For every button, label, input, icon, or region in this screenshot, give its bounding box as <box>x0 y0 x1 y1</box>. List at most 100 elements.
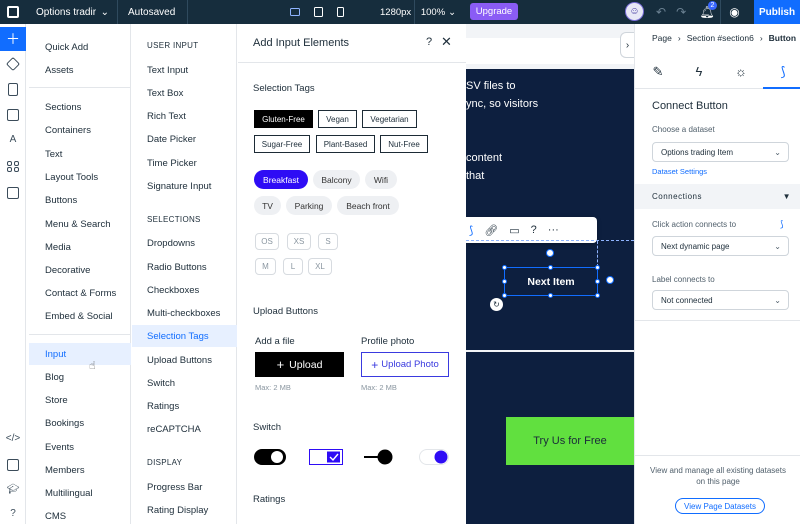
category-item[interactable]: Embed & Social <box>29 305 131 327</box>
resize-handle[interactable] <box>502 265 507 270</box>
category-item[interactable]: Events <box>29 436 131 458</box>
category-item[interactable]: Buttons <box>29 189 131 211</box>
help-icon[interactable]: ? <box>426 36 432 48</box>
resize-handle[interactable] <box>502 293 507 298</box>
close-icon[interactable]: ✕ <box>441 34 452 50</box>
tag-outline[interactable]: M <box>255 258 276 275</box>
category-item[interactable]: Containers <box>29 119 131 141</box>
add-elements-icon[interactable]: ＋ <box>0 27 26 51</box>
tag-pill[interactable]: Balcony <box>313 170 360 189</box>
tag-chip[interactable]: Gluten-Free <box>254 110 313 128</box>
upload-button[interactable]: + Upload <box>255 352 344 377</box>
category-item[interactable]: Quick Add <box>29 36 131 58</box>
resize-handle[interactable] <box>595 265 600 270</box>
comment-icon[interactable]: ▭ <box>509 224 519 237</box>
tag-chip[interactable]: Vegan <box>318 110 357 128</box>
switch-toggle-black[interactable] <box>254 449 286 465</box>
switch-checkbox-toggle[interactable] <box>309 449 343 465</box>
subcategory-item[interactable]: Multi-checkboxes <box>132 302 237 324</box>
category-item[interactable]: Store <box>29 389 131 411</box>
connect-data-icon[interactable]: ⟆ <box>469 224 473 237</box>
wix-logo-icon[interactable] <box>0 0 26 24</box>
category-item[interactable]: Decorative <box>29 259 131 281</box>
resize-handle[interactable] <box>548 265 553 270</box>
category-item[interactable]: Text <box>29 143 131 165</box>
canvas-text[interactable]: that <box>466 170 484 182</box>
tag-outline[interactable]: XS <box>287 233 311 250</box>
tag-outline[interactable]: S <box>318 233 338 250</box>
resize-handle[interactable] <box>548 293 553 298</box>
link-icon[interactable]: 🔗︎ <box>484 224 498 237</box>
more-options-icon[interactable]: ··· <box>548 224 559 236</box>
category-item-input[interactable]: Input <box>29 343 131 365</box>
category-item[interactable]: Blog <box>29 366 131 388</box>
design-icon[interactable]: A <box>5 134 21 145</box>
tag-outline[interactable]: XL <box>308 258 332 275</box>
breadcrumb-section[interactable]: Section #section6 <box>687 33 754 43</box>
canvas-text[interactable]: content <box>466 152 502 164</box>
try-us-button[interactable]: Try Us for Free <box>506 417 634 465</box>
notifications-icon[interactable]: 🔔︎ 2 <box>697 0 717 24</box>
publish-button[interactable]: Publish <box>754 0 800 24</box>
tag-pill[interactable]: Wifi <box>365 170 397 189</box>
category-item[interactable]: Contact & Forms <box>29 282 131 304</box>
category-item[interactable]: Sections <box>29 96 131 118</box>
category-item[interactable]: Members <box>29 459 131 481</box>
subcategory-item[interactable]: Time Picker <box>132 152 237 174</box>
resize-handle[interactable] <box>546 249 554 257</box>
dataset-select[interactable]: Options trading Item ⌄ <box>652 142 789 162</box>
category-item[interactable]: Assets <box>29 59 131 81</box>
tag-pill[interactable]: Breakfast <box>254 170 308 189</box>
desktop-icon[interactable] <box>290 8 300 16</box>
category-item[interactable]: Bookings <box>29 412 131 434</box>
tag-chip[interactable]: Nut-Free <box>380 135 428 153</box>
subcategory-item[interactable]: Checkboxes <box>132 279 237 301</box>
subcategory-item[interactable]: Rich Text <box>132 105 237 127</box>
tag-outline[interactable]: L <box>283 258 303 275</box>
tag-chip[interactable]: Sugar-Free <box>254 135 310 153</box>
subcategory-item[interactable]: Dropdowns <box>132 232 237 254</box>
label-connects-select[interactable]: Not connected ⌄ <box>652 290 789 310</box>
subcategory-item-selection-tags[interactable]: Selection Tags <box>132 325 237 347</box>
subcategory-item[interactable]: reCAPTCHA <box>132 418 237 440</box>
switch-line-toggle[interactable] <box>364 449 394 465</box>
editor-canvas[interactable]: › SV files to ync, so visitors content t… <box>466 24 634 524</box>
subcategory-item[interactable]: Upload Buttons <box>132 349 237 371</box>
category-item[interactable]: Multilingual <box>29 482 131 504</box>
subcategory-item[interactable]: Signature Input <box>132 175 237 197</box>
tag-outline[interactable]: OS <box>255 233 279 250</box>
category-item[interactable]: Menu & Search <box>29 213 131 235</box>
tag-chip[interactable]: Plant-Based <box>316 135 375 153</box>
subcategory-item[interactable]: Date Picker <box>132 128 237 150</box>
media-icon[interactable] <box>7 109 19 121</box>
help-icon[interactable]: ? <box>531 224 537 236</box>
subcategory-item[interactable]: Radio Buttons <box>132 256 237 278</box>
layers-icon[interactable] <box>5 56 21 72</box>
tag-chip[interactable]: Vegetarian <box>362 110 417 128</box>
apps-icon[interactable] <box>7 161 12 166</box>
pages-icon[interactable] <box>8 83 18 96</box>
preview-eye-icon[interactable]: ◉ <box>720 0 748 24</box>
upgrade-button[interactable]: Upgrade <box>470 3 518 20</box>
view-page-datasets-button[interactable]: View Page Datasets <box>675 498 765 514</box>
resize-handle[interactable] <box>595 293 600 298</box>
interactions-bolt-icon[interactable]: ϟ <box>691 64 707 79</box>
rotate-icon[interactable]: ↻ <box>490 298 503 311</box>
undo-icon[interactable]: ↶ <box>656 5 666 19</box>
idea-bulb-icon[interactable]: ☼ <box>733 64 749 79</box>
breadcrumb-page[interactable]: Page <box>652 33 672 43</box>
category-item[interactable]: Media <box>29 236 131 258</box>
site-menu[interactable]: Options tradir ⌄ <box>26 0 118 24</box>
redo-icon[interactable]: ↷ <box>676 5 686 19</box>
subcategory-item[interactable]: Switch <box>132 372 237 394</box>
connections-section-header[interactable]: Connections ▼ <box>635 184 800 209</box>
subcategory-item[interactable]: Text Box <box>132 82 237 104</box>
category-item[interactable]: Layout Tools <box>29 166 131 188</box>
dataset-settings-link[interactable]: Dataset Settings <box>652 167 707 176</box>
subcategory-item[interactable]: Rating Display <box>132 499 237 521</box>
switch-blue-toggle[interactable] <box>419 449 449 465</box>
category-item[interactable]: CMS <box>29 505 131 524</box>
resize-handle[interactable] <box>502 279 507 284</box>
next-item-button[interactable]: Next Item <box>504 267 598 296</box>
learn-icon[interactable]: 🎓︎ <box>5 484 21 495</box>
